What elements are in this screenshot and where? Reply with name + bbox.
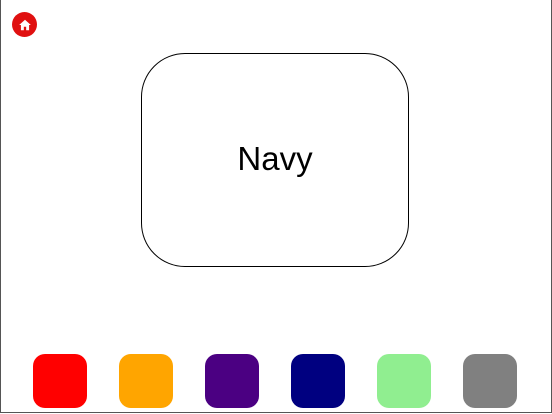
color-swatch-row <box>0 354 552 408</box>
color-swatch[interactable] <box>377 354 431 408</box>
color-swatch[interactable] <box>205 354 259 408</box>
color-swatch[interactable] <box>291 354 345 408</box>
color-swatch[interactable] <box>119 354 173 408</box>
home-icon <box>18 19 31 30</box>
color-word: Navy <box>237 140 313 177</box>
color-word-card: Navy <box>141 53 409 267</box>
home-button[interactable] <box>12 12 37 37</box>
color-swatch[interactable] <box>33 354 87 408</box>
color-swatch[interactable] <box>463 354 517 408</box>
